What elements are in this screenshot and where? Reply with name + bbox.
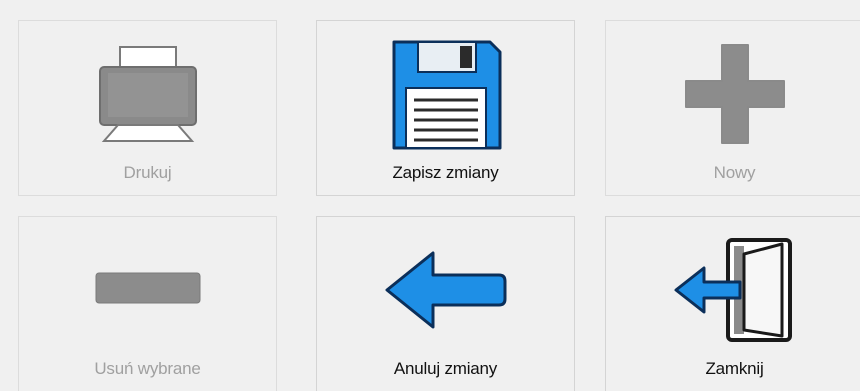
- new-button-label: Nowy: [713, 163, 756, 182]
- save-changes-button[interactable]: Zapisz zmiany: [316, 20, 575, 196]
- printer-icon: [19, 35, 276, 153]
- delete-selected-button-label: Usuń wybrane: [94, 359, 201, 378]
- cancel-changes-button-label: Anuluj zmiany: [393, 359, 498, 378]
- exit-door-icon: [606, 231, 860, 349]
- close-button[interactable]: Zamknij: [605, 216, 860, 391]
- new-button[interactable]: Nowy: [605, 20, 860, 196]
- delete-selected-button[interactable]: Usuń wybrane: [18, 216, 277, 391]
- save-changes-button-label: Zapisz zmiany: [392, 163, 499, 182]
- cancel-changes-button[interactable]: Anuluj zmiany: [316, 216, 575, 391]
- close-button-label: Zamknij: [705, 359, 764, 378]
- toolbar-panel: Drukuj Zapisz zmiany Nowy Usuń wybrane A…: [0, 0, 860, 391]
- minus-icon: [19, 231, 276, 349]
- print-button[interactable]: Drukuj: [18, 20, 277, 196]
- plus-icon: [606, 35, 860, 153]
- print-button-label: Drukuj: [123, 163, 172, 182]
- arrow-left-icon: [317, 231, 574, 349]
- floppy-disk-icon: [317, 35, 574, 153]
